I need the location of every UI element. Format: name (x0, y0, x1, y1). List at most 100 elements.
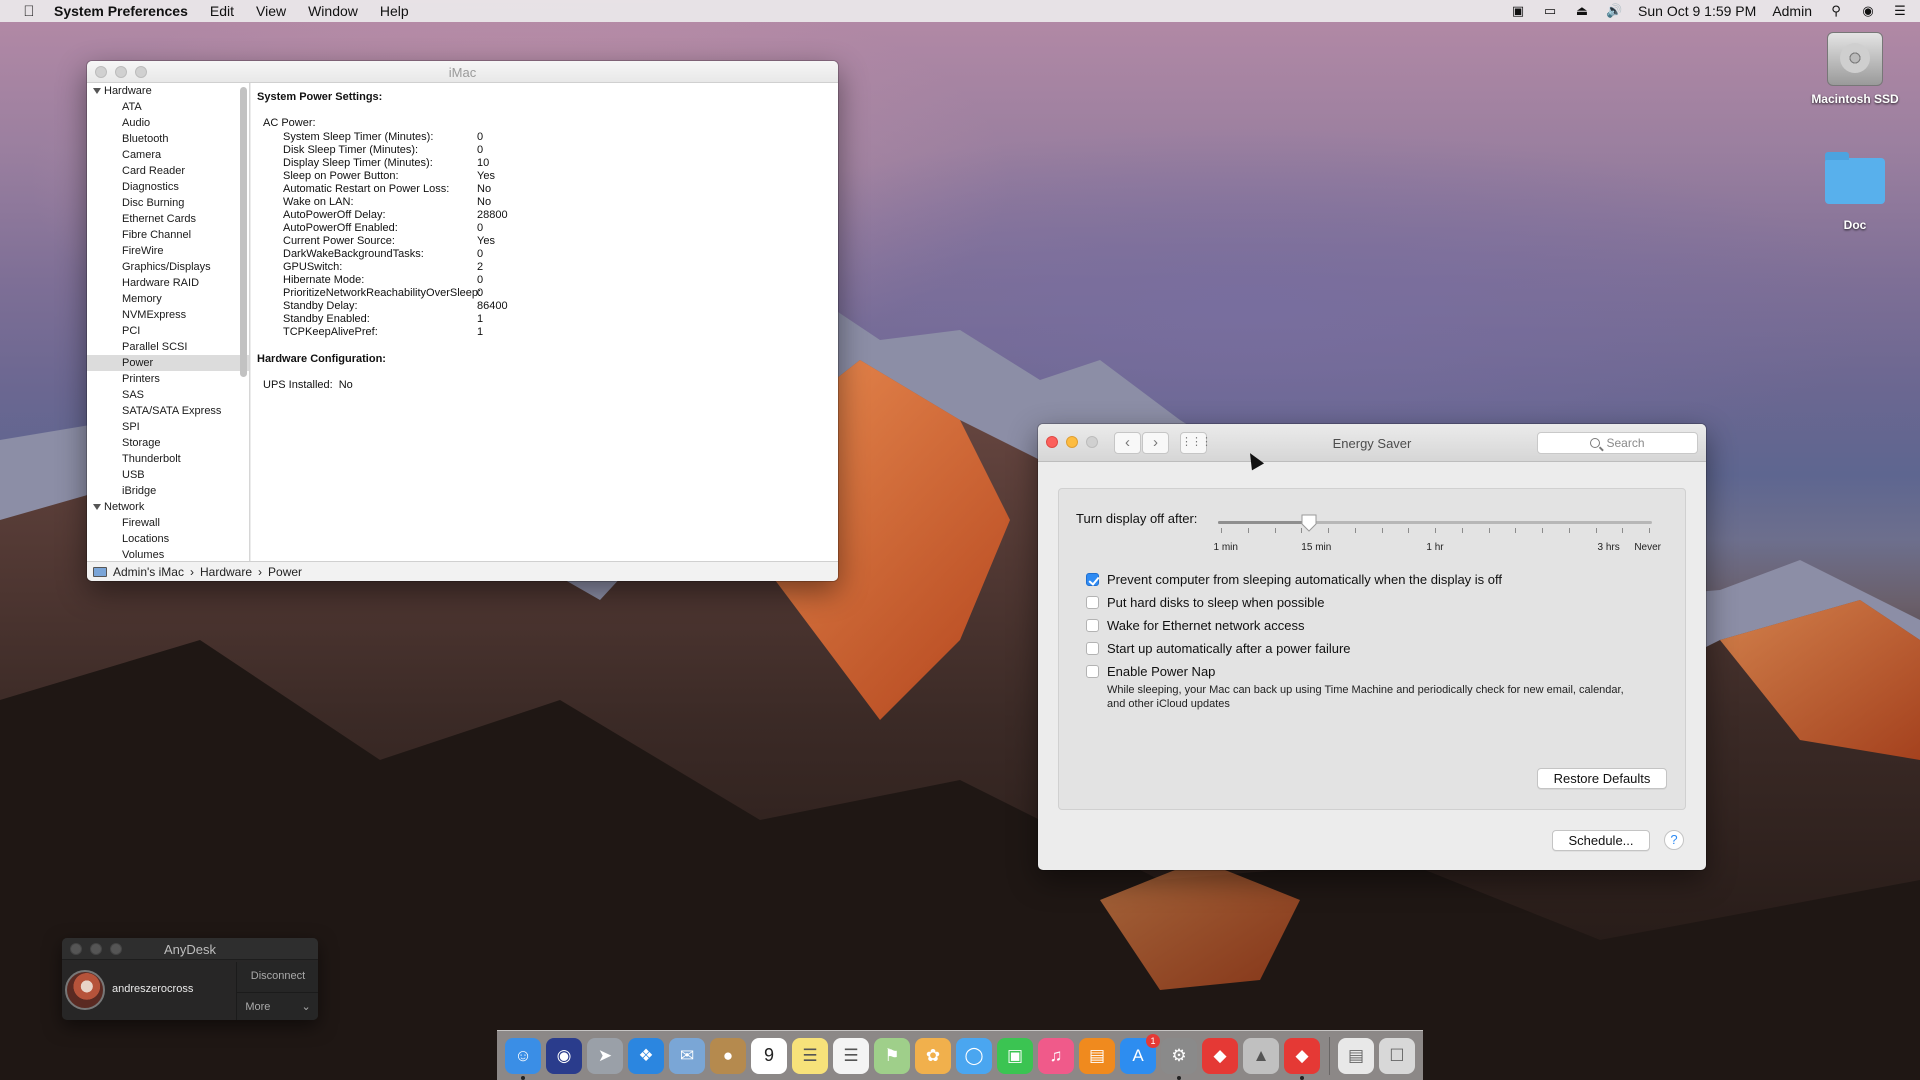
notification-center-icon[interactable]: ☰ (1892, 4, 1908, 18)
sidebar-scrollbar[interactable] (240, 87, 247, 377)
siri-icon[interactable]: ◉ (1860, 4, 1876, 18)
menu-window[interactable]: Window (308, 3, 358, 19)
sidebar-item-thunderbolt[interactable]: Thunderbolt (87, 451, 249, 467)
checkbox-row[interactable]: Prevent computer from sleeping automatic… (1086, 572, 1502, 587)
spotlight-icon[interactable]: ⚲ (1828, 4, 1844, 18)
checkbox[interactable] (1086, 573, 1099, 586)
sidebar-item-firewire[interactable]: FireWire (87, 243, 249, 259)
system-preferences-icon[interactable]: ⚙ (1161, 1037, 1197, 1080)
desktop-icon-doc[interactable]: Doc (1800, 150, 1910, 232)
sidebar-item-bluetooth[interactable]: Bluetooth (87, 131, 249, 147)
sidebar-item-fibre-channel[interactable]: Fibre Channel (87, 227, 249, 243)
airplay-icon[interactable]: ▭ (1542, 4, 1558, 18)
sidebar-item-parallel-scsi[interactable]: Parallel SCSI (87, 339, 249, 355)
sidebar-item-ata[interactable]: ATA (87, 99, 249, 115)
sidebar-item-nvmexpress[interactable]: NVMExpress (87, 307, 249, 323)
sidebar-item-volumes[interactable]: Volumes (87, 547, 249, 561)
ibooks-icon[interactable]: ▤ (1079, 1037, 1115, 1074)
app-store-icon[interactable]: A1 (1120, 1033, 1160, 1074)
checkbox-label[interactable]: Wake for Ethernet network access (1107, 618, 1305, 633)
menu-app-name[interactable]: System Preferences (54, 3, 188, 19)
sidebar-item-spi[interactable]: SPI (87, 419, 249, 435)
sidebar-group-network[interactable]: Network (87, 499, 249, 515)
mail-icon[interactable]: ✉ (669, 1037, 705, 1074)
volume-icon[interactable]: 🔊 (1606, 4, 1622, 18)
sidebar-item-memory[interactable]: Memory (87, 291, 249, 307)
sidebar-item-sas[interactable]: SAS (87, 387, 249, 403)
sidebar-item-firewall[interactable]: Firewall (87, 515, 249, 531)
sidebar-item-sata-sata-express[interactable]: SATA/SATA Express (87, 403, 249, 419)
menu-clock[interactable]: Sun Oct 9 1:59 PM (1638, 3, 1756, 19)
sidebar-group-hardware[interactable]: Hardware (87, 83, 249, 99)
checkbox-label[interactable]: Enable Power Nap (1107, 664, 1215, 679)
finder-icon[interactable]: ☺ (505, 1037, 541, 1080)
path-computer[interactable]: Admin's iMac (113, 565, 184, 579)
display-sleep-slider[interactable] (1218, 521, 1652, 524)
calendar-icon[interactable]: 9 (751, 1037, 787, 1074)
checkbox-row[interactable]: Put hard disks to sleep when possible (1086, 595, 1325, 610)
menu-edit[interactable]: Edit (210, 3, 234, 19)
checkbox[interactable] (1086, 665, 1099, 678)
disconnect-button[interactable]: Disconnect (237, 962, 318, 990)
facetime-icon[interactable]: ▣ (997, 1037, 1033, 1074)
photos-icon[interactable]: ✿ (915, 1037, 951, 1074)
sidebar-item-diagnostics[interactable]: Diagnostics (87, 179, 249, 195)
sidebar-item-storage[interactable]: Storage (87, 435, 249, 451)
notes-icon[interactable]: ☰ (792, 1037, 828, 1074)
contacts-icon[interactable]: ● (710, 1037, 746, 1074)
reminders-icon[interactable]: ☰ (833, 1037, 869, 1074)
menu-view[interactable]: View (256, 3, 286, 19)
menu-help[interactable]: Help (380, 3, 409, 19)
checkbox[interactable] (1086, 619, 1099, 632)
trash-icon[interactable]: ☐ (1379, 1037, 1415, 1074)
anydesk-connected-icon[interactable]: ◆ (1284, 1037, 1320, 1080)
sidebar-item-usb[interactable]: USB (87, 467, 249, 483)
checkbox-label[interactable]: Prevent computer from sleeping automatic… (1107, 572, 1502, 587)
path-section[interactable]: Hardware (200, 565, 252, 579)
launchpad-icon[interactable]: ➤ (587, 1037, 623, 1074)
restore-defaults-button[interactable]: Restore Defaults (1537, 768, 1667, 789)
slider-thumb[interactable] (1301, 514, 1317, 532)
sidebar-item-audio[interactable]: Audio (87, 115, 249, 131)
power-setting-row: Wake on LAN: No (257, 196, 832, 209)
desktop-icon-macintosh-ssd[interactable]: Macintosh SSD (1800, 32, 1910, 106)
downloads-icon[interactable]: ▤ (1338, 1037, 1374, 1074)
sidebar-item-hardware-raid[interactable]: Hardware RAID (87, 275, 249, 291)
apple-menu-icon[interactable]:  (20, 3, 38, 20)
anydesk-icon[interactable]: ◆ (1202, 1037, 1238, 1074)
checkbox-label[interactable]: Start up automatically after a power fai… (1107, 641, 1351, 656)
messages-icon[interactable]: ◯ (956, 1037, 992, 1074)
checkbox[interactable] (1086, 642, 1099, 655)
checkbox-row[interactable]: Start up automatically after a power fai… (1086, 641, 1351, 656)
sidebar-item-pci[interactable]: PCI (87, 323, 249, 339)
checkbox-label[interactable]: Put hard disks to sleep when possible (1107, 595, 1325, 610)
checkbox-row[interactable]: Wake for Ethernet network access (1086, 618, 1305, 633)
search-field[interactable]: Search (1537, 432, 1698, 454)
sidebar-item-ibridge[interactable]: iBridge (87, 483, 249, 499)
window-titlebar[interactable]: AnyDesk (62, 938, 318, 960)
sidebar-item-printers[interactable]: Printers (87, 371, 249, 387)
window-titlebar[interactable]: ‹ › ⋮⋮⋮ Energy Saver Search (1038, 424, 1706, 462)
display-mirroring-icon[interactable]: ▣ (1510, 4, 1526, 18)
safari-icon[interactable]: ❖ (628, 1037, 664, 1074)
sidebar-item-power[interactable]: Power (87, 355, 249, 371)
menu-user[interactable]: Admin (1772, 3, 1812, 19)
siri-icon[interactable]: ◉ (546, 1037, 582, 1074)
sidebar-item-camera[interactable]: Camera (87, 147, 249, 163)
checkbox[interactable] (1086, 596, 1099, 609)
ssh-icon[interactable]: ▲ (1243, 1037, 1279, 1074)
path-item[interactable]: Power (268, 565, 302, 579)
window-titlebar[interactable]: iMac (87, 61, 838, 83)
maps-icon[interactable]: ⚑ (874, 1037, 910, 1074)
itunes-icon[interactable]: ♫ (1038, 1037, 1074, 1074)
checkbox-row[interactable]: Enable Power Nap (1086, 664, 1215, 679)
sidebar-item-locations[interactable]: Locations (87, 531, 249, 547)
more-button[interactable]: More ⌄ (237, 992, 318, 1020)
sidebar-item-ethernet-cards[interactable]: Ethernet Cards (87, 211, 249, 227)
help-button[interactable]: ? (1664, 830, 1684, 850)
sidebar-item-card-reader[interactable]: Card Reader (87, 163, 249, 179)
eject-icon[interactable]: ⏏ (1574, 4, 1590, 18)
sidebar-item-graphics-displays[interactable]: Graphics/Displays (87, 259, 249, 275)
schedule-button[interactable]: Schedule... (1552, 830, 1650, 851)
sidebar-item-disc-burning[interactable]: Disc Burning (87, 195, 249, 211)
